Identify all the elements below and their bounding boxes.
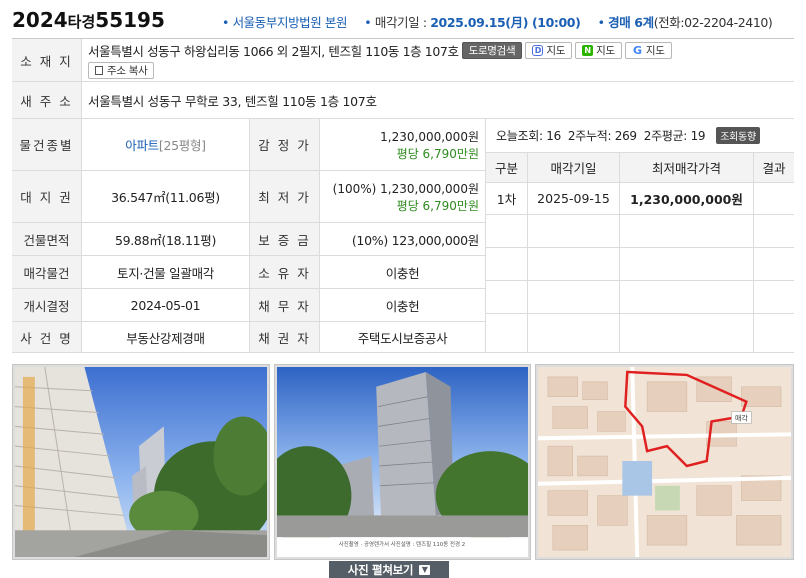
svg-text:매각: 매각 [735, 414, 748, 422]
owner-value: 이충헌 [320, 256, 486, 288]
view-stats: 오늘조회: 16 2주누적: 269 2주평균: 19 조회동향 [486, 119, 794, 153]
row-case-name: 사 건 명 부동산강제경매 채 권 자 주택도시보증공사 [12, 322, 486, 353]
photo-caption: 사진촬영 · 공영렌가서 사진설명 : 텐즈힐 110동 전경 2 [339, 540, 465, 548]
views-two-week: 269 [614, 128, 637, 143]
start-date: 2024-05-01 [82, 289, 250, 321]
daum-icon: D [532, 45, 544, 56]
sale-item-value: 토지·건물 일괄매각 [82, 256, 250, 288]
row-type: 물건종별 아파트 [25평형] 감 정 가 1,230,000,000원 평당 6… [12, 119, 486, 171]
row-location: 소 재 지 서울특별시 성동구 하왕십리동 1066 외 2필지, 텐즈힐 11… [12, 39, 794, 82]
building-photo-2: 사진촬영 · 공영렌가서 사진설명 : 텐즈힐 110동 전경 2 [277, 367, 528, 557]
auction-dept: 경매 6계 [608, 15, 654, 30]
case-name-value: 부동산강제경매 [82, 322, 250, 352]
table-row [486, 248, 794, 281]
expand-photos-button[interactable]: 사진 펼쳐보기 ▼ [329, 561, 449, 578]
row-building: 건물면적 59.88㎡(18.11평) 보 증 금 (10%) 123,000,… [12, 223, 486, 256]
road-search-button[interactable]: 도로명검색 [461, 42, 523, 59]
bid-history-panel: 오늘조회: 16 2주누적: 269 2주평균: 19 조회동향 구분 매각기일… [486, 119, 794, 353]
case-number: 2024타경55195 [12, 8, 165, 32]
row-new-address: 새 주 소 서울특별시 성동구 무학로 33, 텐즈힐 110동 1층 107호 [12, 82, 794, 119]
sale-date: 2025.09.15(月) (10:00) [430, 15, 581, 30]
chevron-down-icon: ▼ [419, 564, 431, 575]
views-today: 16 [546, 128, 561, 143]
naver-icon: N [582, 45, 594, 56]
row-start: 개시결정 2024-05-01 채 무 자 이충헌 [12, 289, 486, 322]
property-type[interactable]: 아파트 [125, 135, 159, 154]
court-name[interactable]: 서울동부지방법원 본원 [233, 15, 348, 30]
building-photo-1 [15, 367, 267, 557]
new-address-value: 서울특별시 성동구 무학로 33, 텐즈힐 110동 1층 107호 [88, 93, 377, 109]
table-row: 1차 2025-09-15 1,230,000,000원 [486, 183, 794, 215]
minimum-price: (100%) 1,230,000,000원 [332, 181, 479, 196]
minimum-per-pyeong: 평당 6,790만원 [396, 198, 479, 213]
copy-address-button[interactable]: 주소 복사 [88, 62, 155, 79]
deposit-value: (10%) 123,000,000원 [320, 223, 486, 255]
row-land: 대 지 권 36.547㎡(11.06평) 최 저 가 (100%) 1,230… [12, 171, 486, 223]
view-trend-button[interactable]: 조회동향 [716, 127, 760, 144]
photo-thumbnail-1[interactable] [12, 364, 270, 560]
map-thumbnail[interactable]: 매각 [535, 364, 794, 560]
bid-table-header: 구분 매각기일 최저매각가격 결과 [486, 153, 794, 183]
case-detail-table: 소 재 지 서울특별시 성동구 하왕십리동 1066 외 2필지, 텐즈힐 11… [12, 38, 794, 353]
row-sale-item: 매각물건 토지·건물 일괄매각 소 유 자 이충헌 [12, 256, 486, 289]
naver-map-button[interactable]: N 지도 [575, 42, 622, 59]
building-area: 59.88㎡(18.11평) [82, 223, 250, 255]
location-map: 매각 [538, 367, 791, 557]
debtor-value: 이충헌 [320, 289, 486, 321]
copy-icon [95, 66, 103, 75]
table-row [486, 215, 794, 248]
case-header: 2024타경55195 • 서울동부지방법원 본원 • 매각기일 : 2025.… [0, 0, 806, 38]
table-row [486, 314, 794, 353]
creditor-value: 주택도시보증공사 [320, 322, 486, 352]
appraisal-per-pyeong: 평당 6,790만원 [396, 146, 479, 161]
table-row [486, 281, 794, 314]
case-meta: • 서울동부지방법원 본원 • 매각기일 : 2025.09.15(月) (10… [222, 15, 773, 30]
daum-map-button[interactable]: D 지도 [525, 42, 573, 59]
photo-thumbnail-2[interactable]: 사진촬영 · 공영렌가서 사진설명 : 텐즈힐 110동 전경 2 [274, 364, 531, 560]
google-icon: G [631, 44, 643, 57]
google-map-button[interactable]: G 지도 [624, 42, 672, 59]
location-label: 소 재 지 [12, 39, 82, 81]
land-value: 36.547㎡(11.06평) [82, 171, 250, 222]
views-average: 19 [690, 128, 706, 143]
dept-phone: (전화:02-2204-2410) [653, 15, 773, 30]
appraisal-value: 1,230,000,000원 [380, 129, 479, 144]
new-address-label: 새 주 소 [12, 82, 82, 118]
location-address: 서울특별시 성동구 하왕십리동 1066 외 2필지, 텐즈힐 110동 1층 … [88, 44, 459, 59]
